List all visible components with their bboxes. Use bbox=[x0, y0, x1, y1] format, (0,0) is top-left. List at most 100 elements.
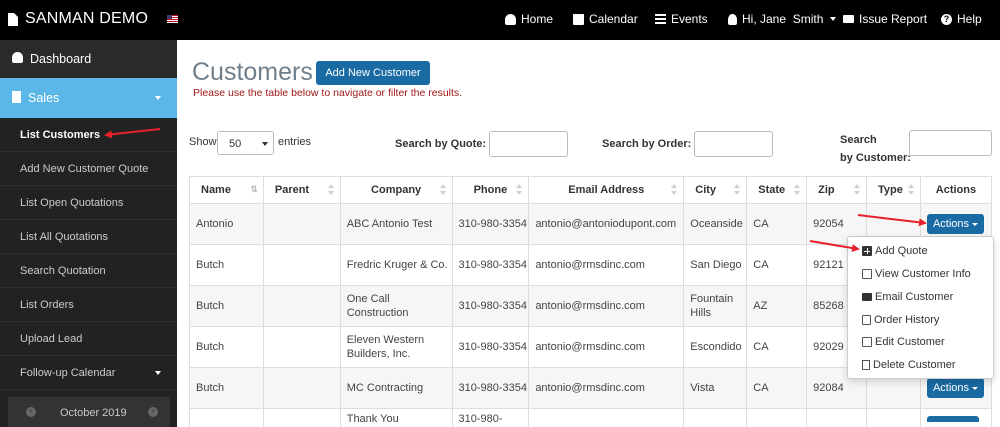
edit-icon bbox=[862, 269, 872, 279]
menu-item-order-history[interactable]: Order History bbox=[862, 314, 939, 326]
cell-parent bbox=[262, 326, 341, 368]
cell-phone: 310-980- bbox=[451, 408, 530, 427]
column-header-phone[interactable]: Phone bbox=[451, 176, 530, 204]
sidebar-item-label: Follow-up Calendar bbox=[20, 367, 116, 379]
column-header-state[interactable]: State bbox=[746, 176, 808, 204]
column-header-company[interactable]: Company bbox=[339, 176, 453, 204]
nav-issue-report[interactable]: Issue Report bbox=[843, 12, 927, 26]
sidebar-item-search-quotation[interactable]: Search Quotation bbox=[0, 254, 177, 288]
dashboard-icon bbox=[505, 13, 516, 25]
sidebar-item-follow-up-calendar[interactable]: Follow-up Calendar bbox=[0, 356, 177, 390]
column-header-parent[interactable]: Parent bbox=[262, 176, 341, 204]
actions-button[interactable] bbox=[926, 416, 979, 422]
cell-name: Butch bbox=[189, 367, 264, 409]
question-icon: ? bbox=[941, 13, 952, 25]
user-icon bbox=[728, 13, 737, 25]
cell-phone: 310-980-3354 bbox=[451, 285, 530, 327]
nav-user-menu[interactable]: Hi, Jane Smith bbox=[728, 12, 837, 26]
nav-calendar-label: Calendar bbox=[589, 12, 638, 26]
nav-events[interactable]: Events bbox=[655, 12, 708, 26]
menu-item-label: Order History bbox=[874, 314, 940, 326]
entries-select[interactable]: 50 bbox=[217, 131, 274, 155]
document-icon bbox=[8, 12, 18, 26]
cell-actions bbox=[919, 408, 993, 427]
trash-icon bbox=[862, 360, 870, 370]
cell-phone: 310-980-3354 bbox=[451, 367, 530, 409]
actions-button-label: Actions bbox=[932, 382, 970, 394]
menu-item-email-customer[interactable]: Email Customer bbox=[862, 291, 953, 303]
cell-name: Butch bbox=[189, 244, 264, 286]
actions-button[interactable]: Actions bbox=[926, 214, 985, 234]
table-row: Thank You 310-980- bbox=[189, 408, 993, 427]
sort-icon bbox=[854, 184, 861, 196]
cell-email bbox=[528, 408, 685, 427]
nav-issue-label: Issue Report bbox=[859, 12, 928, 26]
column-header-email[interactable]: Email Address bbox=[528, 176, 685, 204]
column-header-name[interactable]: Name ⇅ bbox=[189, 176, 264, 204]
sort-icon bbox=[794, 184, 801, 196]
chevron-right-icon[interactable]: › bbox=[148, 407, 158, 417]
menu-item-label: View Customer Info bbox=[875, 268, 971, 280]
us-flag-icon[interactable] bbox=[167, 15, 178, 23]
entries-label: entries bbox=[278, 136, 312, 148]
sidebar-item-list-customers[interactable]: List Customers bbox=[0, 118, 177, 152]
page-subtitle: Please use the table below to navigate o… bbox=[193, 87, 463, 99]
cell-type bbox=[866, 408, 921, 427]
sidebar-item-list-open-quotations[interactable]: List Open Quotations bbox=[0, 186, 177, 220]
header-label: Parent bbox=[274, 184, 310, 196]
nav-home[interactable]: Home bbox=[505, 12, 553, 26]
actions-button[interactable]: Actions bbox=[926, 378, 985, 398]
column-header-city[interactable]: City bbox=[683, 176, 748, 204]
sidebar-item-label: Upload Lead bbox=[20, 333, 83, 345]
sidebar-item-label: List Customers bbox=[20, 129, 101, 141]
sidebar-item-sales[interactable]: Sales bbox=[0, 78, 177, 118]
menu-item-delete-customer[interactable]: Delete Customer bbox=[862, 359, 956, 371]
cell-zip bbox=[806, 408, 868, 427]
sidebar-item-label: List Open Quotations bbox=[20, 197, 124, 209]
cell-state: AZ bbox=[746, 285, 808, 327]
cell-name: Butch bbox=[189, 285, 264, 327]
sidebar-item-dashboard[interactable]: Dashboard bbox=[0, 40, 177, 78]
search-by-order-input[interactable] bbox=[694, 131, 773, 157]
sidebar-item-add-new-customer-quote[interactable]: Add New Customer Quote bbox=[0, 152, 177, 186]
cell-name bbox=[189, 408, 264, 427]
chevron-left-icon[interactable]: ‹ bbox=[26, 407, 36, 417]
sort-icon bbox=[327, 184, 334, 196]
menu-item-label: Add Quote bbox=[875, 245, 928, 257]
top-navbar: SANMAN DEMO Home Calendar Events Hi, Jan… bbox=[0, 0, 1000, 40]
nav-help[interactable]: ? Help bbox=[941, 12, 982, 26]
cell-state: CA bbox=[746, 367, 808, 409]
cell-company: Fredric Kruger & Co. bbox=[339, 244, 453, 286]
sidebar-item-list-orders[interactable]: List Orders bbox=[0, 288, 177, 322]
menu-item-add-quote[interactable]: Add Quote bbox=[862, 245, 928, 257]
sidebar-item-label: Add New Customer Quote bbox=[20, 163, 149, 175]
search-by-quote-input[interactable] bbox=[489, 131, 568, 157]
menu-item-view-customer-info[interactable]: View Customer Info bbox=[862, 268, 971, 280]
sidebar-item-list-all-quotations[interactable]: List All Quotations bbox=[0, 220, 177, 254]
document-icon bbox=[12, 91, 21, 103]
cell-company: ABC Antonio Test bbox=[339, 203, 453, 245]
column-header-type[interactable]: Type bbox=[866, 176, 921, 204]
cell-email: antonio@rmsdinc.com bbox=[528, 326, 685, 368]
cell-company: Thank You bbox=[339, 408, 453, 427]
cell-parent bbox=[262, 367, 341, 409]
column-header-zip[interactable]: Zip bbox=[806, 176, 868, 204]
header-label: Email Address bbox=[568, 184, 645, 196]
add-new-customer-button[interactable]: Add New Customer bbox=[316, 61, 430, 85]
chevron-down-icon bbox=[830, 17, 837, 21]
nav-events-label: Events bbox=[671, 12, 708, 26]
sidebar: Dashboard Sales List Customers Add New C… bbox=[0, 40, 177, 427]
nav-calendar[interactable]: Calendar bbox=[573, 12, 638, 26]
sidebar-item-label: Search Quotation bbox=[20, 265, 106, 277]
envelope-icon bbox=[862, 293, 872, 301]
chevron-down-icon bbox=[155, 96, 161, 100]
search-by-customer-input[interactable] bbox=[909, 130, 992, 156]
header-label: Zip bbox=[818, 184, 835, 196]
menu-item-edit-customer[interactable]: Edit Customer bbox=[862, 336, 945, 348]
search-customer-label-line1: Search bbox=[840, 134, 877, 146]
sidebar-item-upload-lead[interactable]: Upload Lead bbox=[0, 322, 177, 356]
brand[interactable]: SANMAN DEMO bbox=[8, 10, 148, 28]
cell-state: CA bbox=[746, 203, 808, 245]
cell-company: Eleven Western Builders, Inc. bbox=[339, 326, 453, 368]
envelope-icon bbox=[843, 15, 854, 23]
